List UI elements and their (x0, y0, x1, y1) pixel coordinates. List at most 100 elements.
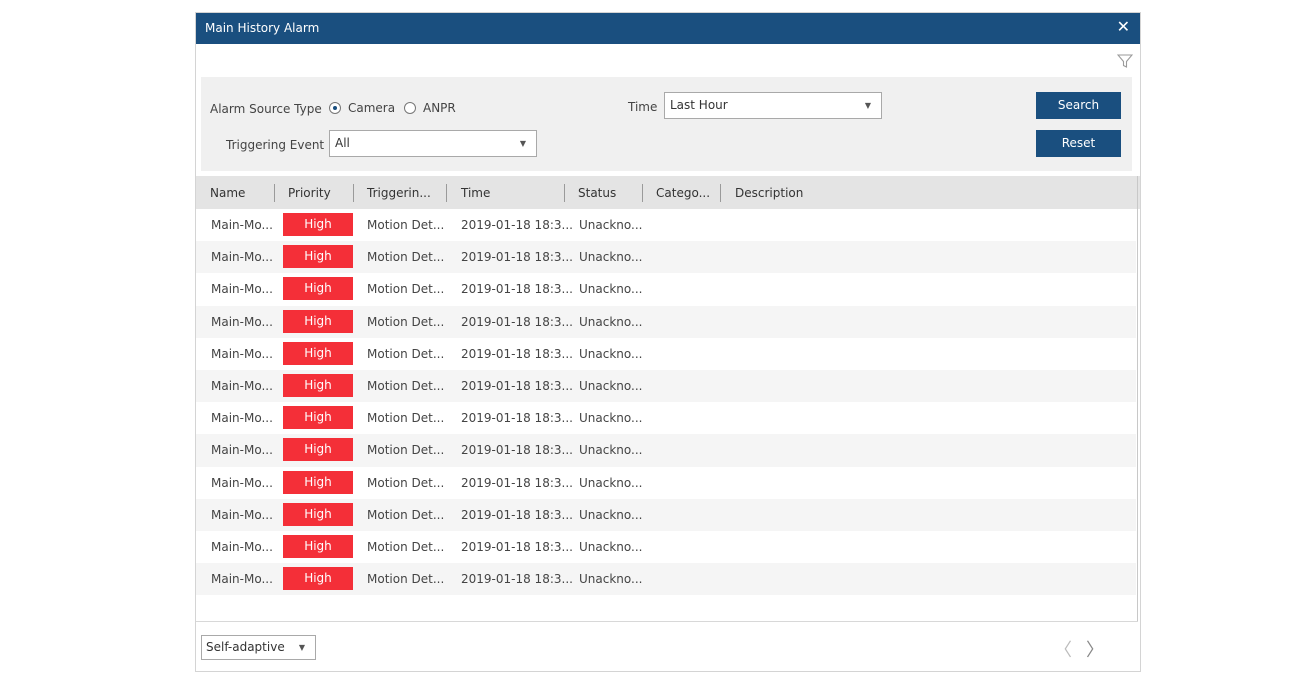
prev-page-icon[interactable]: 〈 (1054, 636, 1072, 662)
column-divider[interactable] (274, 184, 275, 202)
table-row[interactable]: Main-Mo... High Motion Det... 2019-01-18 18… (196, 209, 1136, 241)
chevron-down-icon: ▼ (298, 643, 305, 652)
alarm-table-body: Main-Mo... High Motion Det... 2019-01-18 18… (196, 209, 1136, 596)
cell-status: Unackno... (579, 507, 643, 522)
table-row[interactable]: Main-Mo... High Motion Det... 2019-01-18 18… (196, 467, 1136, 499)
cell-triggering-event: Motion Det... (367, 250, 445, 265)
title-bar: Main History Alarm ✕ (196, 13, 1140, 44)
cell-status: Unackno... (579, 282, 643, 297)
triggering-event-value: All (335, 136, 350, 150)
cell-triggering-event: Motion Det... (367, 346, 445, 361)
table-row[interactable]: Main-Mo... High Motion Det... 2019-01-18 18… (196, 402, 1136, 434)
cell-status: Unackno... (579, 314, 643, 329)
cell-time: 2019-01-18 18:3... (461, 539, 573, 554)
column-header-name[interactable]: Name (210, 186, 245, 200)
cell-time: 2019-01-18 18:3... (461, 443, 573, 458)
table-row[interactable]: Main-Mo... High Motion Det... 2019-01-18 18… (196, 531, 1136, 563)
cell-status: Unackno... (579, 475, 643, 490)
cell-status: Unackno... (579, 250, 643, 265)
layout-mode-select[interactable]: Self-adaptive ▼ (201, 635, 316, 660)
cell-triggering-event: Motion Det... (367, 378, 445, 393)
table-row[interactable]: Main-Mo... High Motion Det... 2019-01-18 18… (196, 241, 1136, 274)
cell-status: Unackno... (579, 443, 643, 458)
cell-triggering-event: Motion Det... (367, 282, 445, 297)
column-divider[interactable] (353, 184, 354, 202)
column-divider[interactable] (446, 184, 447, 202)
table-scrollbar-track[interactable] (1137, 176, 1138, 622)
radio-anpr-label: ANPR (423, 101, 456, 115)
cell-status: Unackno... (579, 378, 643, 393)
table-header: Name Priority Triggerin... Time Status C… (196, 176, 1140, 209)
cell-name: Main-Mo... (211, 218, 273, 232)
cell-triggering-event: Motion Det... (367, 539, 445, 554)
time-label: Time (628, 100, 658, 114)
cell-time: 2019-01-18 18:3... (461, 475, 573, 490)
column-header-status[interactable]: Status (578, 186, 616, 200)
reset-button[interactable]: Reset (1036, 130, 1121, 157)
cell-time: 2019-01-18 18:3... (461, 282, 573, 297)
cell-name: Main-Mo... (211, 250, 273, 265)
cell-time: 2019-01-18 18:3... (461, 378, 573, 393)
cell-name: Main-Mo... (211, 314, 273, 329)
priority-badge: High (283, 245, 353, 269)
cell-time: 2019-01-18 18:3... (461, 411, 573, 426)
priority-badge: High (283, 277, 353, 301)
table-row[interactable]: Main-Mo... High Motion Det... 2019-01-18 18… (196, 498, 1136, 531)
cell-time: 2019-01-18 18:3... (461, 507, 573, 522)
cell-name: Main-Mo... (211, 507, 273, 522)
triggering-event-select[interactable]: All ▼ (329, 130, 537, 157)
chevron-down-icon: ▼ (864, 101, 871, 110)
column-header-triggering[interactable]: Triggerin... (367, 186, 431, 200)
column-divider[interactable] (564, 184, 565, 202)
column-header-priority[interactable]: Priority (288, 186, 331, 200)
cell-triggering-event: Motion Det... (367, 475, 445, 490)
footer-divider (196, 621, 1138, 622)
radio-anpr[interactable]: ANPR (404, 101, 456, 115)
cell-time: 2019-01-18 18:3... (461, 314, 573, 329)
column-header-category[interactable]: Catego... (656, 186, 710, 200)
priority-badge: High (283, 213, 353, 236)
time-select[interactable]: Last Hour ▼ (664, 92, 882, 119)
priority-badge: High (283, 341, 353, 365)
triggering-event-label: Triggering Event (226, 138, 325, 152)
alarm-source-type-label: Alarm Source Type (210, 102, 322, 116)
cell-name: Main-Mo... (211, 282, 273, 297)
table-row[interactable]: Main-Mo... High Motion Det... 2019-01-18 18… (196, 434, 1136, 467)
table-row[interactable]: Main-Mo... High Motion Det... 2019-01-18 18… (196, 369, 1136, 403)
cell-name: Main-Mo... (211, 572, 273, 587)
cell-time: 2019-01-18 18:3... (461, 346, 573, 361)
cell-triggering-event: Motion Det... (367, 314, 445, 329)
search-button[interactable]: Search (1036, 92, 1121, 119)
priority-badge: High (283, 406, 353, 430)
dialog-title: Main History Alarm (205, 21, 320, 35)
radio-dot (404, 102, 416, 114)
table-row[interactable]: Main-Mo... High Motion Det... 2019-01-18 18… (196, 273, 1136, 305)
column-header-description[interactable]: Description (735, 186, 803, 200)
priority-badge: High (283, 470, 353, 494)
cell-status: Unackno... (579, 346, 643, 361)
table-row[interactable]: Main-Mo... High Motion Det... 2019-01-18 18… (196, 563, 1136, 596)
cell-name: Main-Mo... (211, 475, 273, 490)
priority-badge: High (283, 373, 353, 397)
close-icon[interactable]: ✕ (1117, 18, 1130, 36)
radio-camera[interactable]: Camera (329, 101, 395, 115)
column-header-time[interactable]: Time (461, 186, 490, 200)
cell-status: Unackno... (579, 572, 643, 587)
funnel-icon[interactable] (1117, 53, 1133, 69)
chevron-down-icon: ▼ (519, 139, 526, 148)
time-select-value: Last Hour (670, 98, 728, 112)
cell-triggering-event: Motion Det... (367, 507, 445, 522)
cell-triggering-event: Motion Det... (367, 411, 445, 426)
cell-time: 2019-01-18 18:3... (461, 572, 573, 587)
cell-time: 2019-01-18 18:3... (461, 250, 573, 265)
cell-name: Main-Mo... (211, 411, 273, 426)
table-row[interactable]: Main-Mo... High Motion Det... 2019-01-18 18… (196, 338, 1136, 370)
table-row[interactable]: Main-Mo... High Motion Det... 2019-01-18 18… (196, 305, 1136, 338)
cell-triggering-event: Motion Det... (367, 218, 445, 232)
next-page-icon[interactable]: 〉 (1086, 636, 1104, 662)
column-divider[interactable] (642, 184, 643, 202)
priority-badge: High (283, 534, 353, 558)
priority-badge: High (283, 309, 353, 333)
history-alarm-dialog: Main History Alarm ✕ Alarm Source Type C… (195, 12, 1141, 672)
column-divider[interactable] (720, 184, 721, 202)
